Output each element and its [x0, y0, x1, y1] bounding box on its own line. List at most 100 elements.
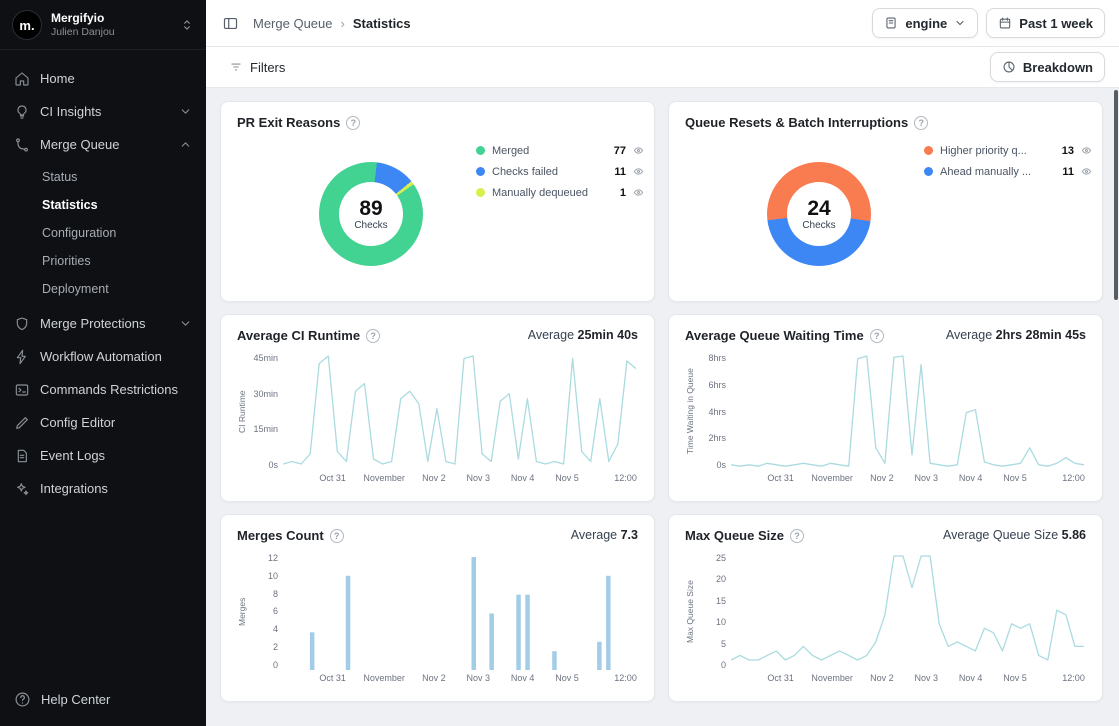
- pie-chart-icon: [1002, 60, 1016, 74]
- user-name: Julien Danjou: [51, 26, 171, 39]
- breadcrumb-separator: ›: [341, 16, 345, 31]
- breadcrumb-merge-queue[interactable]: Merge Queue: [253, 16, 333, 31]
- card-merges-count: Merges Count Average 7.3 Merges 12108642…: [220, 514, 655, 702]
- filter-icon: [229, 60, 243, 74]
- chevrons-up-down-icon: [180, 18, 194, 32]
- queue-waiting-line-chart[interactable]: [731, 353, 1086, 470]
- ci-runtime-line-chart[interactable]: [283, 353, 638, 470]
- sidebar-item-workflow-automation[interactable]: Workflow Automation: [0, 340, 206, 373]
- card-title: Merges Count: [237, 528, 324, 543]
- panel-left-icon: [222, 15, 239, 32]
- y-axis-label: Merges: [237, 553, 250, 670]
- sidebar-item-ci-insights[interactable]: CI Insights: [0, 95, 206, 128]
- filters-button[interactable]: Filters: [220, 53, 294, 81]
- x-axis-ticks: Oct 31NovemberNov 2Nov 3Nov 4Nov 512:00: [283, 473, 638, 486]
- calendar-icon: [998, 16, 1012, 30]
- legend-visibility-icon[interactable]: [633, 145, 644, 156]
- sidebar-item-configuration[interactable]: Configuration: [0, 219, 206, 247]
- y-axis-label: CI Runtime: [237, 353, 250, 470]
- card-title: PR Exit Reasons: [237, 115, 340, 130]
- account-switcher[interactable]: m. Mergifyio Julien Danjou: [0, 0, 206, 50]
- org-name: Mergifyio: [51, 11, 171, 26]
- sidebar-item-merge-queue[interactable]: Merge Queue: [0, 128, 206, 161]
- home-icon: [14, 71, 30, 87]
- queue-resets-donut-chart[interactable]: 24 Checks: [767, 162, 871, 266]
- card-title: Average Queue Waiting Time: [685, 328, 864, 343]
- sidebar: m. Mergifyio Julien Danjou Home CI Insig…: [0, 0, 206, 726]
- sidebar-item-event-logs[interactable]: Event Logs: [0, 439, 206, 472]
- merges-count-bar-chart[interactable]: [283, 553, 638, 670]
- repository-value: engine: [905, 16, 947, 31]
- sidebar-item-deployment[interactable]: Deployment: [0, 275, 206, 303]
- help-icon[interactable]: [914, 116, 928, 130]
- x-axis-ticks: Oct 31NovemberNov 2Nov 3Nov 4Nov 512:00: [731, 673, 1086, 686]
- legend-dot: [476, 188, 485, 197]
- chevron-down-icon: [179, 317, 192, 330]
- average-value: Average 2hrs 28min 45s: [946, 328, 1086, 342]
- legend-visibility-icon[interactable]: [633, 187, 644, 198]
- sidebar-item-config-editor[interactable]: Config Editor: [0, 406, 206, 439]
- x-axis-ticks: Oct 31NovemberNov 2Nov 3Nov 4Nov 512:00: [283, 673, 638, 686]
- pr-exit-donut-chart[interactable]: 89 Checks: [319, 162, 423, 266]
- x-axis-ticks: Oct 31NovemberNov 2Nov 3Nov 4Nov 512:00: [731, 473, 1086, 486]
- donut-center: 89 Checks: [339, 182, 403, 246]
- max-queue-size-line-chart[interactable]: [731, 553, 1086, 670]
- repo-icon: [884, 16, 898, 30]
- legend-dot: [476, 146, 485, 155]
- legend-item: Ahead manually ... 11: [924, 161, 1092, 182]
- legend-visibility-icon[interactable]: [1081, 145, 1092, 156]
- breakdown-button[interactable]: Breakdown: [990, 52, 1105, 82]
- help-icon[interactable]: [346, 116, 360, 130]
- y-axis-label: Max Queue Size: [685, 553, 698, 670]
- help-icon[interactable]: [330, 529, 344, 543]
- mergify-logo: m.: [12, 10, 42, 40]
- card-average-queue-waiting-time: Average Queue Waiting Time Average 2hrs …: [668, 314, 1103, 502]
- sidebar-item-statistics[interactable]: Statistics: [0, 191, 206, 219]
- sidebar-item-status[interactable]: Status: [0, 163, 206, 191]
- merge-queue-submenu: Status Statistics Configuration Prioriti…: [0, 161, 206, 307]
- help-center-link[interactable]: Help Center: [14, 691, 192, 708]
- sidebar-toggle-button[interactable]: [218, 11, 243, 36]
- pr-exit-legend: Merged 77 Checks failed 11 Manually dequ…: [476, 140, 644, 203]
- average-value: Average 7.3: [571, 528, 638, 542]
- card-title: Queue Resets & Batch Interruptions: [685, 115, 908, 130]
- dashboard-grid: PR Exit Reasons 89 Checks Merged 77: [206, 88, 1119, 726]
- help-circle-icon: [14, 691, 31, 708]
- sidebar-item-integrations[interactable]: Integrations: [0, 472, 206, 505]
- sidebar-nav: Home CI Insights Merge Queue Status Stat…: [0, 50, 206, 691]
- card-pr-exit-reasons: PR Exit Reasons 89 Checks Merged 77: [220, 101, 655, 302]
- chevron-down-icon: [179, 105, 192, 118]
- lightbulb-icon: [14, 104, 30, 120]
- legend-dot: [924, 167, 933, 176]
- sidebar-item-home[interactable]: Home: [0, 62, 206, 95]
- legend-visibility-icon[interactable]: [633, 166, 644, 177]
- help-icon[interactable]: [790, 529, 804, 543]
- vertical-scrollbar[interactable]: [1114, 90, 1118, 300]
- repository-selector[interactable]: engine: [872, 8, 978, 38]
- filter-toolbar: Filters Breakdown: [206, 47, 1119, 88]
- queue-resets-legend: Higher priority q... 13 Ahead manually .…: [924, 140, 1092, 182]
- average-value: Average 25min 40s: [528, 328, 638, 342]
- card-title: Max Queue Size: [685, 528, 784, 543]
- sidebar-item-priorities[interactable]: Priorities: [0, 247, 206, 275]
- average-value: Average Queue Size 5.86: [943, 528, 1086, 542]
- y-axis-label: Time Waiting in Queue: [685, 353, 698, 470]
- help-icon[interactable]: [870, 329, 884, 343]
- y-axis-ticks: 45min30min15min0s: [250, 353, 283, 470]
- legend-dot: [924, 146, 933, 155]
- chevron-down-icon: [954, 17, 966, 29]
- date-range-button[interactable]: Past 1 week: [986, 8, 1105, 38]
- card-average-ci-runtime: Average CI Runtime Average 25min 40s CI …: [220, 314, 655, 502]
- merge-icon: [14, 137, 30, 153]
- sidebar-item-commands-restrictions[interactable]: Commands Restrictions: [0, 373, 206, 406]
- card-title: Average CI Runtime: [237, 328, 360, 343]
- legend-item: Higher priority q... 13: [924, 140, 1092, 161]
- zap-icon: [14, 349, 30, 365]
- legend-visibility-icon[interactable]: [1081, 166, 1092, 177]
- sidebar-item-merge-protections[interactable]: Merge Protections: [0, 307, 206, 340]
- terminal-icon: [14, 382, 30, 398]
- card-max-queue-size: Max Queue Size Average Queue Size 5.86 M…: [668, 514, 1103, 702]
- help-icon[interactable]: [366, 329, 380, 343]
- top-header: Merge Queue › Statistics engine Past 1 w…: [206, 0, 1119, 47]
- y-axis-ticks: 8hrs6hrs4hrs2hrs0s: [698, 353, 731, 470]
